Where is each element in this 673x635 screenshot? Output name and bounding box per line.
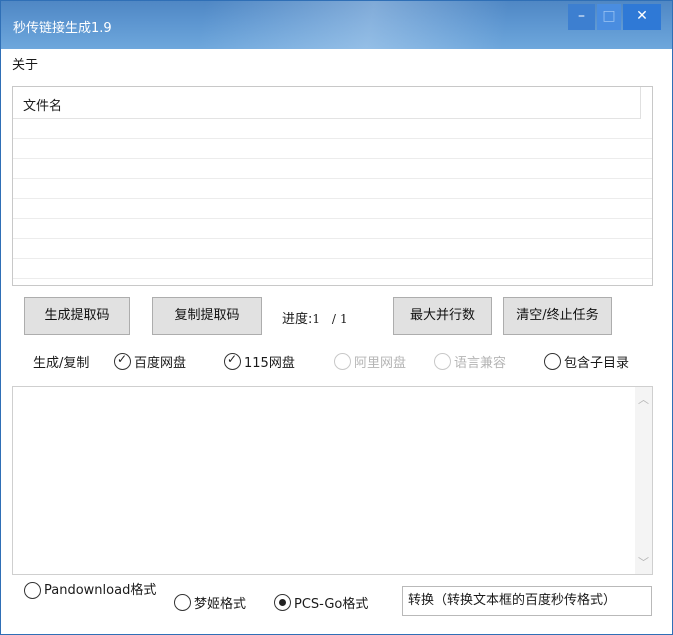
progress-indicator: 进度:1 / 1 — [282, 308, 348, 327]
file-list[interactable]: 文件名 — [12, 86, 653, 286]
unchecked-circle-icon — [334, 353, 351, 370]
row-divider — [13, 218, 652, 219]
pan115-label: 115网盘 — [244, 356, 295, 371]
mengji-label: 梦姬格式 — [194, 597, 247, 612]
close-icon: ✕ — [636, 8, 648, 24]
row-divider — [13, 278, 652, 279]
row-divider — [13, 198, 652, 199]
column-header-filename[interactable]: 文件名 — [23, 95, 62, 114]
copy-code-button[interactable]: 复制提取码 — [152, 297, 262, 335]
unchecked-circle-icon — [434, 353, 451, 370]
list-header[interactable]: 文件名 — [13, 87, 640, 119]
app-window: 秒传链接生成1.9 – □ ✕ 关于 文件名 生成提取码 复制提取码 进度:1 … — [0, 0, 673, 635]
options-label: 生成/复制 — [33, 356, 90, 371]
clear-stop-button[interactable]: 清空/终止任务 — [503, 297, 612, 335]
checked-circle-icon — [224, 352, 241, 370]
scroll-up-icon[interactable]: ︿ — [635, 391, 652, 407]
aliyun-checkbox[interactable]: 阿里网盘 — [334, 352, 406, 371]
row-divider — [13, 238, 652, 239]
unchecked-circle-icon — [544, 353, 561, 370]
lang-compat-label: 语言兼容 — [454, 356, 507, 371]
generate-code-button[interactable]: 生成提取码 — [24, 297, 130, 335]
title-bar[interactable]: 秒传链接生成1.9 – □ ✕ — [1, 1, 672, 49]
list-header-filler — [640, 87, 652, 119]
baidu-checkbox[interactable]: 百度网盘 — [114, 352, 186, 371]
include-subdirs-label: 包含子目录 — [564, 356, 630, 371]
row-divider — [13, 138, 652, 139]
minimize-button[interactable]: – — [568, 4, 595, 30]
pcsgo-label: PCS-Go格式 — [294, 597, 369, 612]
maximize-button[interactable]: □ — [597, 4, 621, 30]
radio-unselected-icon — [24, 582, 41, 599]
max-parallel-button[interactable]: 最大并行数 — [393, 297, 492, 335]
pan115-checkbox[interactable]: 115网盘 — [224, 352, 295, 371]
minimize-icon: – — [578, 8, 585, 24]
aliyun-label: 阿里网盘 — [354, 356, 407, 371]
radio-selected-icon — [274, 594, 291, 611]
radio-unselected-icon — [174, 594, 191, 611]
convert-button[interactable]: 转换（转换文本框的百度秒传格式） — [402, 586, 652, 616]
progress-current: 1 — [312, 312, 321, 326]
row-divider — [13, 258, 652, 259]
maximize-icon: □ — [602, 8, 616, 24]
progress-label: 进度: — [282, 312, 313, 327]
row-divider — [13, 178, 652, 179]
vertical-scrollbar[interactable]: ︿ ﹀ — [635, 387, 652, 574]
progress-total: 1 — [340, 312, 348, 326]
format-pandownload-radio[interactable]: Pandownload格式 — [24, 582, 164, 599]
format-pcsgo-radio[interactable]: PCS-Go格式 — [274, 593, 368, 612]
pandownload-label: Pandownload格式 — [44, 582, 157, 598]
checked-circle-icon — [114, 352, 131, 370]
format-mengji-radio[interactable]: 梦姬格式 — [174, 593, 246, 612]
scroll-down-icon[interactable]: ﹀ — [635, 554, 652, 570]
menu-about[interactable]: 关于 — [12, 54, 38, 73]
include-subdirs-checkbox[interactable]: 包含子目录 — [544, 352, 629, 371]
close-button[interactable]: ✕ — [623, 4, 661, 30]
output-textarea[interactable]: ︿ ﹀ — [12, 386, 653, 575]
progress-separator: / — [331, 312, 336, 326]
baidu-label: 百度网盘 — [134, 356, 187, 371]
row-divider — [13, 158, 652, 159]
window-title: 秒传链接生成1.9 — [13, 21, 112, 36]
lang-compat-checkbox[interactable]: 语言兼容 — [434, 352, 506, 371]
